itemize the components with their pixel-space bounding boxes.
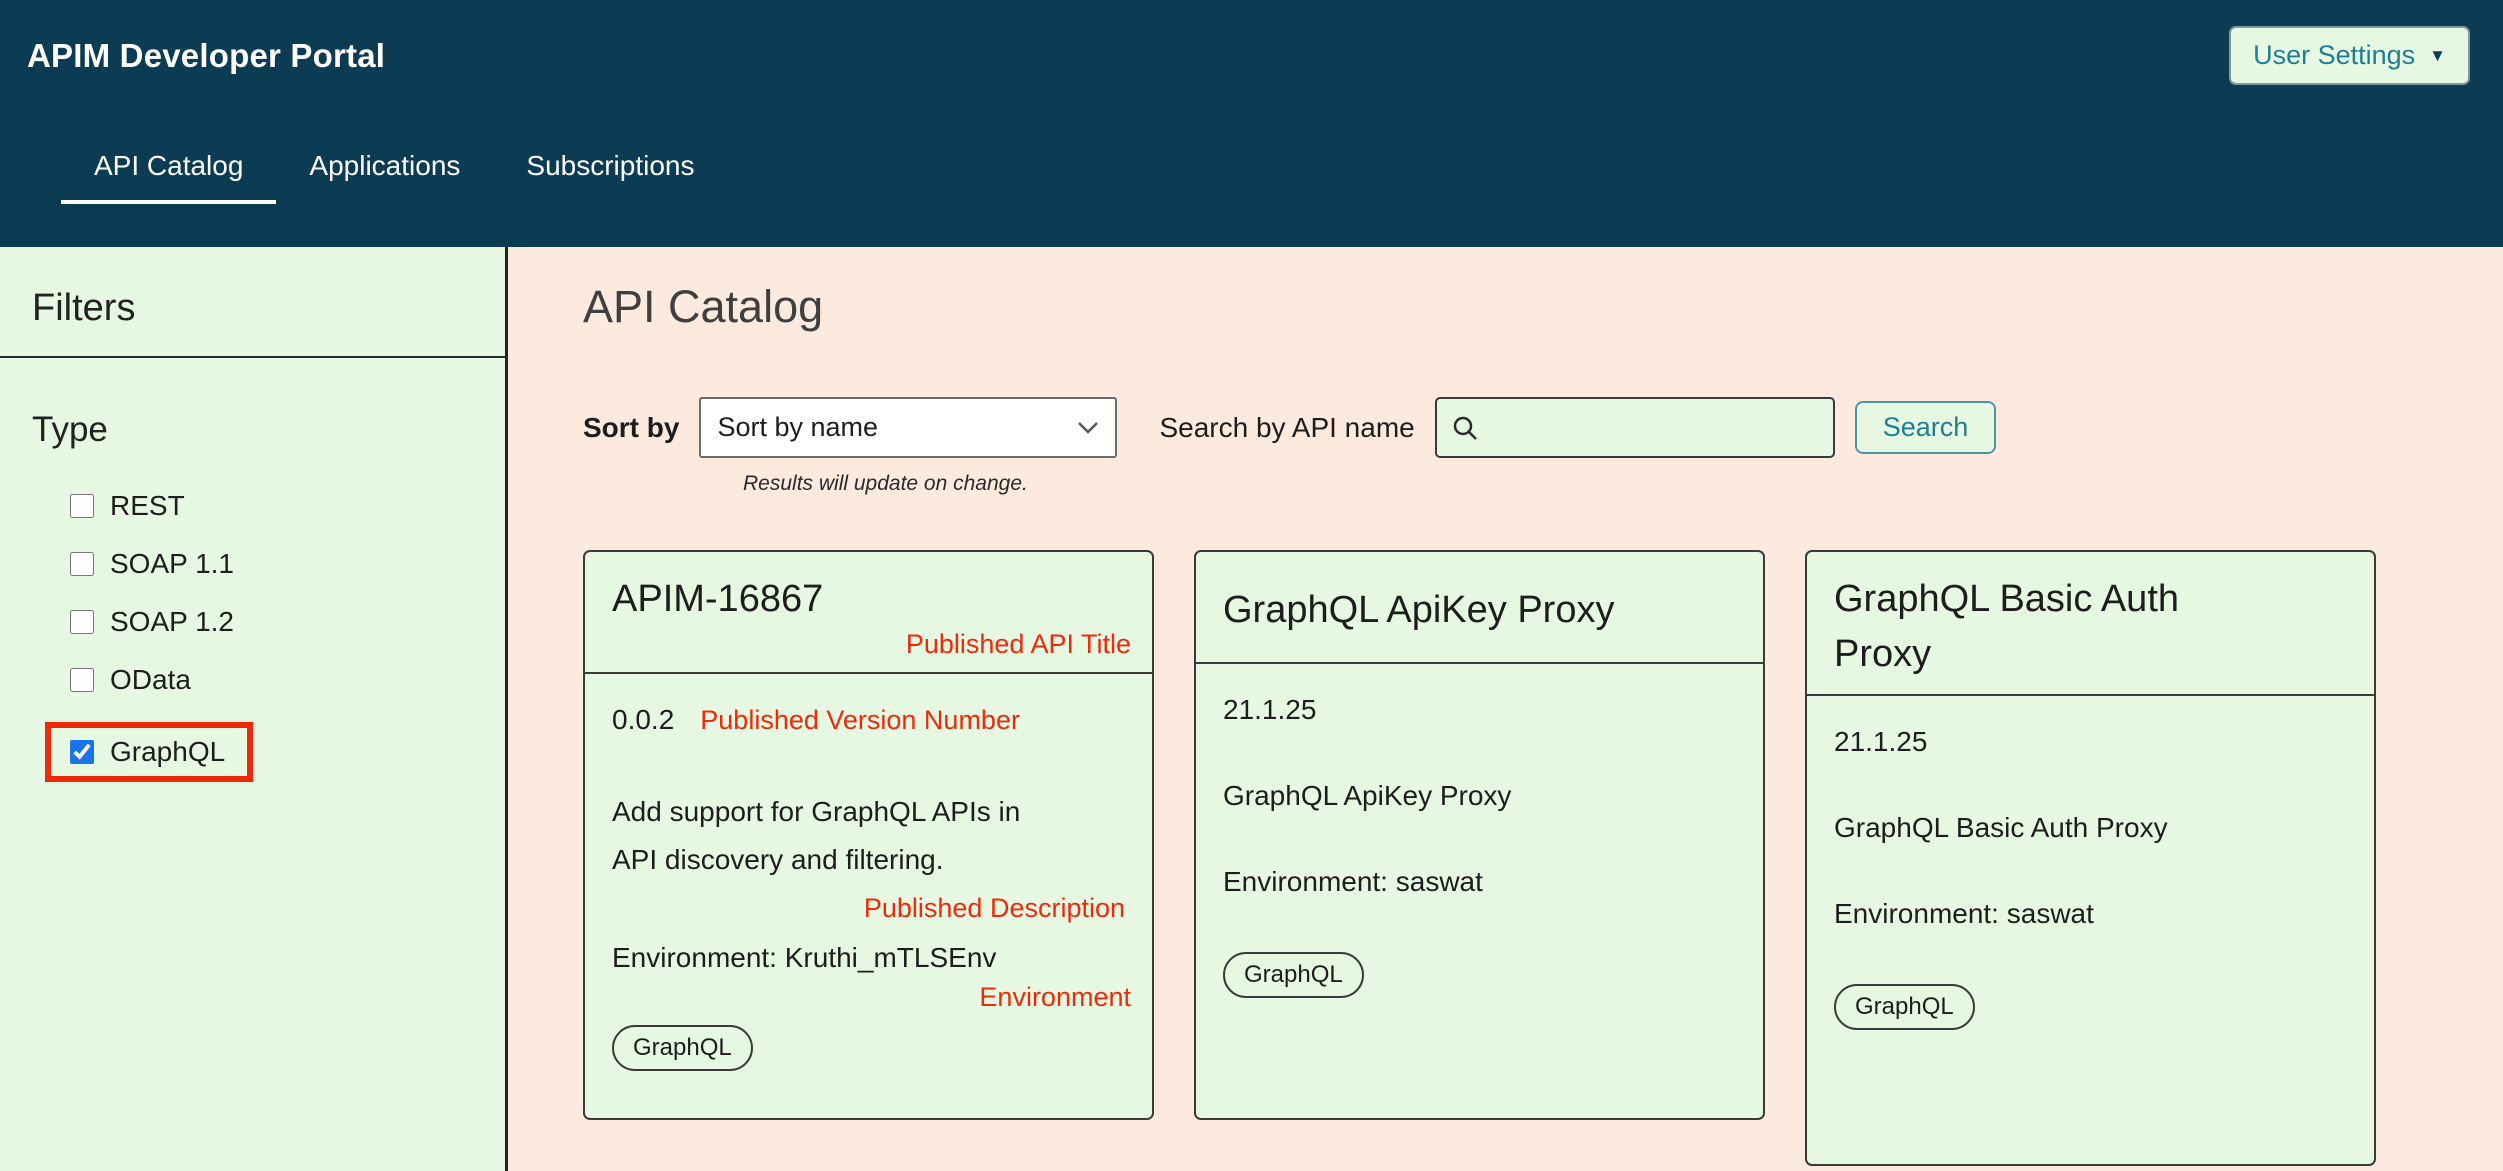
search-input[interactable] [1491, 412, 1819, 443]
card-description: Add support for GraphQL APIs in API disc… [612, 788, 1042, 883]
api-card-list: APIM-16867 Published API Title 0.0.2 Pub… [583, 550, 2477, 1166]
sort-select-value: Sort by name [717, 412, 878, 443]
card-body: 21.1.25 GraphQL ApiKey Proxy Environment… [1196, 664, 1763, 1118]
filter-option-soap12[interactable]: SOAP 1.2 [70, 606, 234, 638]
filter-option-soap11[interactable]: SOAP 1.1 [70, 548, 234, 580]
api-card-graphql-basic-auth-proxy[interactable]: GraphQL Basic Auth Proxy 21.1.25 GraphQL… [1805, 550, 2376, 1166]
chevron-down-icon [1077, 421, 1099, 435]
sort-select[interactable]: Sort by name [699, 397, 1117, 458]
card-header: GraphQL ApiKey Proxy [1196, 552, 1763, 664]
type-section-title: Type [32, 410, 505, 450]
chevron-down-icon: ▼ [2429, 47, 2446, 64]
graphql-checkbox[interactable] [70, 740, 94, 764]
card-title: GraphQL ApiKey Proxy [1223, 583, 1663, 638]
card-title: GraphQL Basic Auth Proxy [1834, 572, 2274, 682]
search-icon [1451, 414, 1479, 442]
search-by-label: Search by API name [1159, 412, 1414, 444]
sort-by-label: Sort by [583, 412, 679, 444]
card-header: GraphQL Basic Auth Proxy [1807, 552, 2374, 696]
card-environment: Environment: Kruthi_mTLSEnv [612, 942, 1125, 974]
filter-label: SOAP 1.1 [110, 548, 234, 580]
graphql-tag: GraphQL [1223, 952, 1364, 998]
tab-applications[interactable]: Applications [276, 150, 493, 204]
results-note: Results will update on change. [743, 472, 2477, 496]
user-settings-button[interactable]: User Settings ▼ [2229, 26, 2470, 85]
page: APIM Developer Portal User Settings ▼ AP… [0, 0, 2503, 1171]
filter-option-odata[interactable]: OData [70, 664, 191, 696]
app-title: APIM Developer Portal [27, 37, 385, 75]
filters-sidebar: Filters Type REST SOAP 1.1 SOAP 1.2 [0, 247, 508, 1171]
main-nav: API Catalog Applications Subscriptions [61, 150, 2503, 204]
toolbar: Sort by Sort by name Search by API name … [583, 397, 2477, 458]
filter-label: SOAP 1.2 [110, 606, 234, 638]
graphql-tag: GraphQL [1834, 984, 1975, 1030]
card-version: 21.1.25 [1223, 694, 1736, 726]
filter-list: REST SOAP 1.1 SOAP 1.2 OData GraphQL [0, 490, 505, 782]
card-title: APIM-16867 [612, 572, 1052, 627]
filter-label: OData [110, 664, 191, 696]
soap12-checkbox[interactable] [70, 610, 94, 634]
environment-annotation: Environment [612, 982, 1131, 1013]
rest-checkbox[interactable] [70, 494, 94, 518]
card-version: 0.0.2 [612, 704, 674, 736]
user-settings-label: User Settings [2253, 40, 2415, 71]
card-environment: Environment: saswat [1223, 866, 1736, 898]
card-description: GraphQL ApiKey Proxy [1223, 780, 1736, 812]
version-annotation: Published Version Number [700, 705, 1020, 736]
page-title: API Catalog [583, 281, 2477, 333]
search-box [1435, 397, 1835, 458]
card-version: 21.1.25 [1834, 726, 2347, 758]
filter-option-rest[interactable]: REST [70, 490, 185, 522]
tab-subscriptions[interactable]: Subscriptions [493, 150, 727, 204]
card-body: 0.0.2 Published Version Number Add suppo… [585, 674, 1152, 1118]
api-catalog-main: API Catalog Sort by Sort by name Search … [508, 247, 2503, 1171]
description-annotation: Published Description [612, 893, 1125, 924]
header-top: APIM Developer Portal User Settings ▼ [0, 0, 2503, 85]
card-environment: Environment: saswat [1834, 898, 2347, 930]
api-card-graphql-apikey-proxy[interactable]: GraphQL ApiKey Proxy 21.1.25 GraphQL Api… [1194, 550, 1765, 1120]
filters-divider [0, 356, 505, 358]
filter-label: REST [110, 490, 185, 522]
filter-option-graphql[interactable]: GraphQL [45, 722, 253, 782]
tab-api-catalog[interactable]: API Catalog [61, 150, 276, 204]
card-header: APIM-16867 Published API Title [585, 552, 1152, 674]
filter-label: GraphQL [110, 736, 225, 768]
odata-checkbox[interactable] [70, 668, 94, 692]
card-body: 21.1.25 GraphQL Basic Auth Proxy Environ… [1807, 696, 2374, 1164]
content: Filters Type REST SOAP 1.1 SOAP 1.2 [0, 247, 2503, 1171]
search-button[interactable]: Search [1855, 401, 1997, 454]
app-header: APIM Developer Portal User Settings ▼ AP… [0, 0, 2503, 247]
version-row: 0.0.2 Published Version Number [612, 704, 1125, 736]
soap11-checkbox[interactable] [70, 552, 94, 576]
card-description: GraphQL Basic Auth Proxy [1834, 812, 2347, 844]
filters-title: Filters [32, 287, 505, 330]
title-annotation: Published API Title [612, 629, 1131, 660]
api-card-apim-16867[interactable]: APIM-16867 Published API Title 0.0.2 Pub… [583, 550, 1154, 1120]
graphql-tag: GraphQL [612, 1025, 753, 1071]
